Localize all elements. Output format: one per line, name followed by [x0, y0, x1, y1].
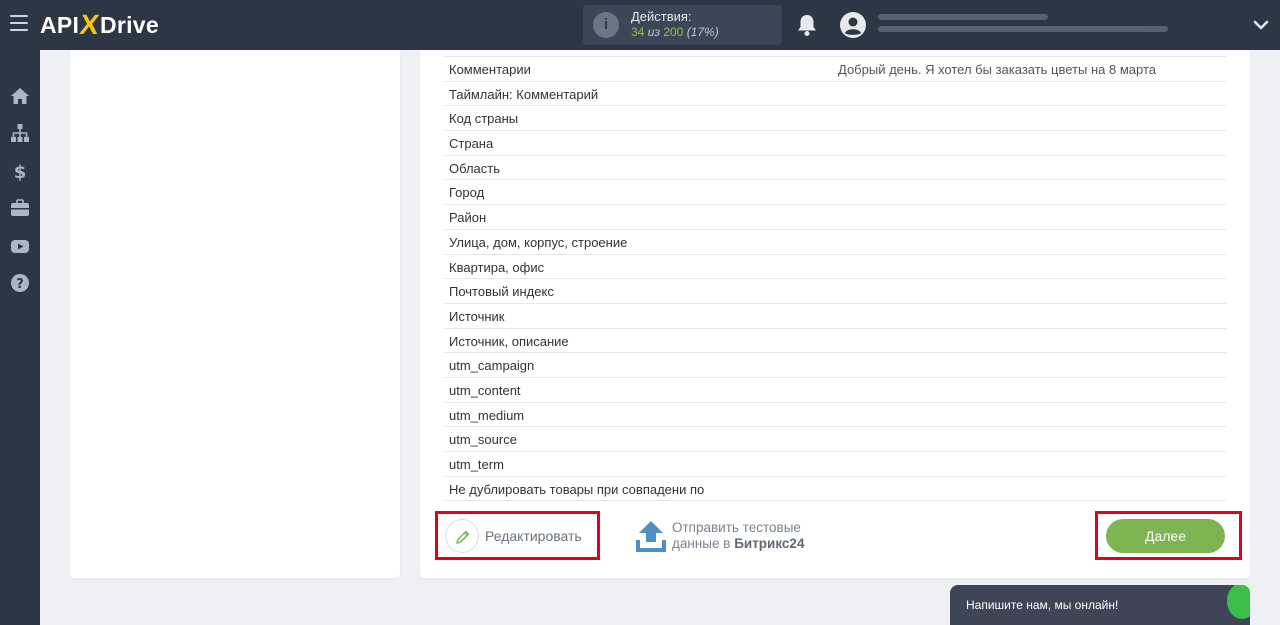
svg-text:$: $: [14, 162, 27, 181]
field-row: [445, 50, 1226, 57]
top-bar: API X Drive i Действия: 34 из 200 (17%): [0, 0, 1280, 50]
field-row: Источник: [445, 304, 1226, 329]
actions-usage: 34 из 200 (17%): [631, 25, 719, 39]
field-label: Район: [449, 210, 487, 226]
send-line-2-prefix: данные в: [672, 536, 735, 551]
field-label: Код страны: [449, 111, 519, 127]
field-label: utm_source: [449, 432, 517, 448]
actions-used: 34: [631, 25, 645, 39]
next-button[interactable]: Далее: [1106, 519, 1225, 553]
home-icon[interactable]: [10, 86, 30, 106]
field-label: Улица, дом, корпус, строение: [449, 234, 628, 250]
send-target-name: Битрикс24: [734, 536, 805, 551]
field-row: utm_term: [445, 452, 1226, 477]
chat-text: Напишите нам, мы онлайн!: [966, 598, 1119, 612]
upload-icon: [636, 521, 666, 552]
field-row: Квартира, офис: [445, 255, 1226, 280]
field-row: Не дублировать товары при совпадени по: [445, 477, 1226, 502]
field-row: Страна: [445, 131, 1226, 156]
field-label: Не дублировать товары при совпадени по: [449, 481, 705, 497]
logo-api: API: [40, 11, 80, 38]
field-row: utm_medium: [445, 403, 1226, 428]
field-label: utm_campaign: [449, 358, 535, 374]
field-row: Источник, описание: [445, 329, 1226, 354]
field-label: Страна: [449, 136, 494, 152]
youtube-icon[interactable]: [10, 236, 30, 256]
send-line-2: данные в Битрикс24: [672, 536, 804, 552]
sitemap-icon[interactable]: [10, 123, 30, 143]
field-label: utm_content: [449, 382, 521, 398]
field-label: Источник, описание: [449, 333, 569, 349]
help-icon[interactable]: ?: [10, 273, 30, 293]
user-avatar-icon[interactable]: [840, 12, 866, 38]
field-row: Улица, дом, корпус, строение: [445, 230, 1226, 255]
field-row: utm_source: [445, 427, 1226, 452]
field-label: Область: [449, 160, 501, 176]
field-row: Почтовый индекс: [445, 279, 1226, 304]
edit-circle: [445, 519, 479, 553]
field-row: Область: [445, 156, 1226, 181]
svg-text:?: ?: [16, 277, 24, 292]
field-row: utm_campaign: [445, 353, 1226, 378]
info-icon: i: [593, 12, 619, 38]
field-row: Комментарии Добрый день. Я хотел бы заказ…: [445, 57, 1226, 82]
sidebar: $ ?: [0, 50, 40, 625]
field-row: Код страны: [445, 106, 1226, 132]
user-info-blurred: [878, 14, 1168, 38]
field-label: utm_term: [449, 457, 504, 472]
send-test-data-text: Отправить тестовые данные в Битрикс24: [672, 520, 804, 552]
field-label: Почтовый индекс: [449, 284, 554, 300]
chat-widget[interactable]: Напишите нам, мы онлайн!: [950, 585, 1250, 625]
edit-button[interactable]: Редактировать: [445, 518, 593, 554]
hamburger-menu-icon[interactable]: [10, 15, 28, 33]
field-list: Комментарии Добрый день. Я хотел бы заказ…: [445, 50, 1226, 502]
logo-x: X: [78, 9, 102, 40]
send-line-1: Отправить тестовые: [672, 520, 801, 535]
left-panel: [70, 50, 400, 578]
field-label: Таймлайн: Комментарий: [449, 86, 599, 102]
field-mapping-panel: Комментарии Добрый день. Я хотел бы заказ…: [420, 50, 1250, 578]
logo[interactable]: API X Drive: [40, 9, 159, 41]
field-label: Город: [449, 185, 485, 201]
send-test-data-button[interactable]: Отправить тестовые данные в Битрикс24: [634, 518, 834, 558]
field-label: Источник: [449, 308, 505, 324]
field-value: Добрый день. Я хотел бы заказать цветы н…: [838, 62, 1156, 77]
field-row: Таймлайн: Комментарий: [445, 82, 1226, 107]
edit-label: Редактировать: [485, 528, 582, 544]
actions-counter[interactable]: i Действия: 34 из 200 (17%): [583, 5, 782, 45]
online-status-indicator: [1227, 585, 1250, 619]
field-label: Квартира, офис: [449, 259, 545, 275]
field-label: Комментарии: [449, 62, 531, 77]
briefcase-icon[interactable]: [10, 198, 30, 218]
bell-icon[interactable]: [796, 13, 818, 37]
field-row: Район: [445, 205, 1226, 230]
actions-of: из: [647, 25, 660, 39]
chevron-down-icon[interactable]: [1252, 16, 1270, 34]
actions-percent: (17%): [686, 25, 719, 39]
field-row: utm_content: [445, 378, 1226, 403]
field-label: utm_medium: [449, 407, 525, 423]
dollar-icon[interactable]: $: [10, 161, 30, 181]
logo-drive: Drive: [99, 11, 159, 38]
actions-title: Действия:: [631, 9, 692, 24]
field-row: Город: [445, 180, 1226, 206]
actions-total: 200: [663, 25, 684, 39]
pencil-icon: [456, 530, 470, 544]
